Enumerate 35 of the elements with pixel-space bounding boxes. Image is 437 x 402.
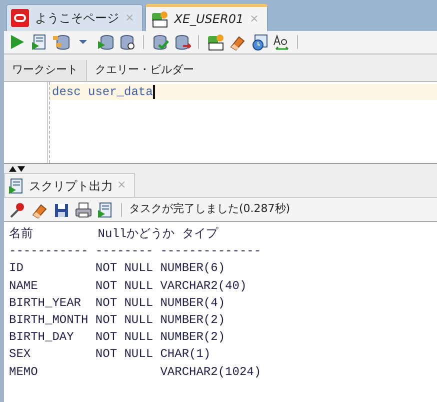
output-line: ID NOT NULL NUMBER(6) [9, 260, 226, 278]
output-line: SEX NOT NULL CHAR(1) [9, 346, 212, 364]
font-icon[interactable] [272, 33, 290, 51]
tab-label: ようこそページ [35, 10, 119, 27]
run-icon[interactable] [8, 33, 26, 51]
output-line: 名前 Nullかどうか タイプ [9, 226, 220, 243]
output-line: BIRTH_DAY NOT NULL NUMBER(2) [9, 329, 226, 346]
splitter-arrows-icon[interactable] [8, 164, 26, 173]
sub-tab[interactable]: クエリー・ビルダー [87, 60, 202, 81]
tab-label: XE_USER01 [174, 11, 244, 28]
commit-icon[interactable] [151, 33, 169, 51]
output-tab[interactable]: スクリプト出力 × [4, 173, 136, 197]
document-tab[interactable]: ようこそページ × [6, 4, 144, 31]
output-line: MEMO VARCHAR2(1024) [9, 364, 262, 380]
rollback-icon[interactable] [173, 33, 191, 51]
tab-label: スクリプト出力 [29, 178, 113, 194]
output-line: NAME NOT NULL VARCHAR2(40) [9, 278, 248, 295]
database-search-icon[interactable] [118, 33, 136, 51]
status-text: タスクが完了しました(0.287秒) [129, 201, 290, 218]
sql-icon[interactable] [206, 33, 224, 51]
history-icon[interactable] [250, 33, 268, 51]
output-line: BIRTH_MONTH NOT NULL NUMBER(2) [9, 312, 226, 329]
script-output-icon [7, 176, 25, 194]
output-line: BIRTH_YEAR NOT NULL NUMBER(4) [9, 294, 226, 312]
output-line: ----------- -------- -------------- [9, 243, 262, 260]
database-icon[interactable] [52, 33, 70, 51]
sql-worksheet-icon [150, 10, 168, 28]
print-icon[interactable] [74, 200, 92, 218]
sub-tab[interactable]: ワークシート [4, 60, 87, 81]
logo-icon [11, 9, 29, 27]
document-tab[interactable]: XE_USER01 × [145, 4, 268, 31]
database-run-icon[interactable] [96, 33, 114, 51]
run-script-icon[interactable] [96, 200, 114, 218]
run-script-icon[interactable] [30, 33, 48, 51]
pin-icon[interactable] [8, 200, 26, 218]
